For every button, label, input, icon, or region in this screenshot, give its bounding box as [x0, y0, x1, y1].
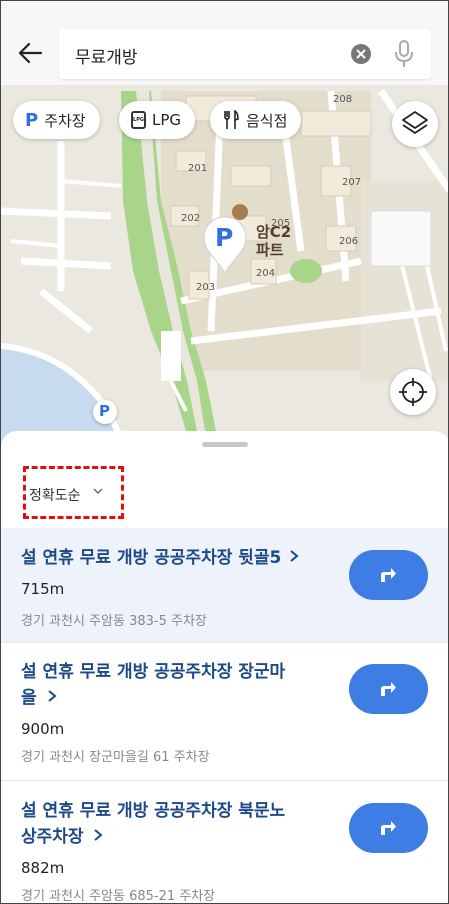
voice-search-button[interactable] — [393, 39, 415, 69]
marker-letter: P — [215, 223, 234, 252]
chevron-right-icon — [94, 829, 104, 841]
result-distance: 882m — [21, 859, 65, 877]
my-location-button[interactable] — [390, 369, 436, 415]
search-query: 무료개방 — [75, 48, 138, 68]
map-layers-button[interactable] — [392, 101, 438, 147]
directions-button[interactable] — [349, 550, 428, 600]
result-title-line2: 을 — [21, 688, 37, 708]
parking-icon: P — [25, 109, 39, 131]
apartment-label-line1: 암C2 — [256, 223, 292, 241]
building-number: 208 — [333, 94, 353, 105]
results-sheet: 정확도순 설 연휴 무료 개방 공공주차장 뒷골5 715m 경기 과천시 주암… — [1, 431, 448, 904]
chip-lpg[interactable]: LPG LPG — [119, 101, 196, 139]
layers-icon — [402, 111, 428, 134]
chevron-down-icon[interactable] — [93, 487, 103, 495]
search-bar: 무료개방 — [1, 1, 448, 85]
parking-marker-small[interactable]: P — [93, 400, 117, 424]
chip-label: 음식점 — [246, 111, 288, 130]
lpg-icon-text: LPG — [131, 111, 146, 129]
app-frame: 208 201 207 202 205 206 204 203 암C2 파트 P… — [0, 0, 449, 904]
result-distance: 715m — [21, 580, 65, 598]
chip-label: 주차장 — [44, 111, 86, 130]
directions-button[interactable] — [349, 664, 428, 714]
search-input[interactable]: 무료개방 — [59, 29, 431, 79]
chevron-right-icon — [47, 690, 57, 702]
chip-restaurant[interactable]: 음식점 — [210, 101, 302, 139]
turn-right-arrow-icon — [381, 568, 396, 582]
result-title[interactable]: 설 연휴 무료 개방 공공주차장 장군마 을 — [21, 659, 326, 711]
map-view[interactable]: 208 201 207 202 205 206 204 203 암C2 파트 P… — [1, 1, 448, 471]
parking-marker[interactable]: P — [201, 215, 249, 277]
clear-search-button[interactable] — [351, 44, 371, 64]
marker-letter: P — [99, 402, 110, 420]
result-title-line1: 설 연휴 무료 개방 공공주차장 북문노 — [21, 801, 286, 821]
result-title-line1: 설 연휴 무료 개방 공공주차장 장군마 — [21, 662, 286, 682]
back-button[interactable] — [15, 35, 47, 71]
result-title[interactable]: 설 연휴 무료 개방 공공주차장 뒷골5 — [21, 545, 331, 571]
close-icon — [356, 49, 366, 59]
sort-dropdown[interactable]: 정확도순 — [29, 485, 81, 505]
apartment-label-line2: 파트 — [256, 241, 284, 259]
building-number: 207 — [342, 177, 362, 188]
result-distance: 900m — [21, 720, 65, 738]
chip-label: LPG — [152, 111, 182, 129]
back-arrow-icon — [18, 42, 43, 64]
lpg-icon: LPG — [131, 111, 146, 129]
result-item[interactable]: 설 연휴 무료 개방 공공주차장 북문노 상주차장 882m 경기 과천시 주암… — [1, 781, 448, 904]
result-item[interactable]: 설 연휴 무료 개방 공공주차장 뒷골5 715m 경기 과천시 주암동 383… — [1, 528, 448, 643]
fork-knife-icon — [222, 110, 240, 130]
result-address: 경기 과천시 주암동 685-21 주차장 — [21, 889, 216, 904]
result-title[interactable]: 설 연휴 무료 개방 공공주차장 북문노 상주차장 — [21, 798, 326, 850]
result-address: 경기 과천시 장군마을길 61 주차장 — [21, 750, 210, 765]
result-address: 경기 과천시 주암동 383-5 주차장 — [21, 614, 207, 629]
directions-button[interactable] — [349, 803, 428, 853]
building-number: 204 — [256, 268, 276, 279]
building-number: 202 — [181, 213, 201, 224]
building-number: 203 — [196, 282, 216, 293]
chip-parking[interactable]: P 주차장 — [13, 101, 100, 139]
result-title-text: 설 연휴 무료 개방 공공주차장 뒷골5 — [21, 548, 282, 568]
chevron-right-icon — [290, 550, 299, 562]
building-number: 206 — [339, 236, 359, 247]
building-number: 201 — [188, 163, 208, 174]
sheet-drag-handle[interactable] — [202, 442, 248, 447]
turn-right-arrow-icon — [381, 821, 396, 835]
result-item[interactable]: 설 연휴 무료 개방 공공주차장 장군마 을 900m 경기 과천시 장군마을길… — [1, 643, 448, 781]
crosshair-icon — [399, 378, 427, 406]
microphone-icon — [395, 40, 413, 67]
result-title-line2: 상주차장 — [21, 827, 84, 847]
turn-right-arrow-icon — [381, 682, 396, 696]
